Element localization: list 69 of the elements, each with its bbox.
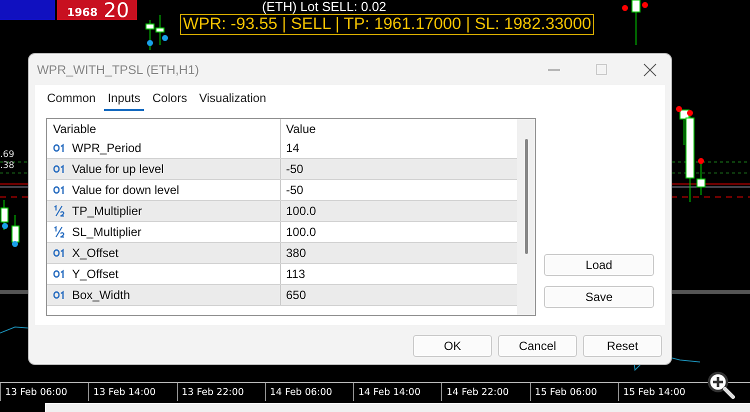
dialog-button[interactable]: Cancel <box>498 335 577 357</box>
dialog-button[interactable]: Reset <box>583 335 662 357</box>
price-digits: 20 <box>104 0 130 20</box>
variable-name: WPR_Period <box>72 141 142 155</box>
integer-type-icon <box>53 290 65 300</box>
signal-dot <box>622 5 628 11</box>
integer-type-icon <box>53 143 65 153</box>
signal-dot <box>12 241 18 247</box>
side-button[interactable]: Load <box>544 254 654 276</box>
signal-dot <box>2 223 8 229</box>
price-axis-label: .69 <box>0 150 14 161</box>
column-header: Variable <box>47 119 281 138</box>
price-axis-label: .38 <box>0 161 14 172</box>
time-axis-label: 13 Feb 14:00 <box>88 383 177 401</box>
value-cell[interactable]: 650 <box>281 288 306 302</box>
candle <box>632 0 640 46</box>
tab[interactable]: Common <box>43 89 100 111</box>
tab[interactable]: Colors <box>148 89 192 111</box>
indicator-panel <box>0 0 55 20</box>
candle <box>12 214 20 246</box>
window-title: WPR_WITH_TPSL (ETH,H1) <box>37 62 200 76</box>
variable-name: Value for down level <box>72 183 180 197</box>
variable-name: Box_Width <box>72 288 130 302</box>
time-axis-label: 14 Feb 22:00 <box>441 383 530 401</box>
fraction-type-icon <box>53 226 65 238</box>
signal-dot <box>676 106 682 112</box>
value-cell[interactable]: 14 <box>281 141 300 155</box>
variable-name: TP_Multiplier <box>72 204 142 218</box>
indicator-line <box>0 326 28 334</box>
lot-label: (ETH) Lot SELL: 0.02 <box>262 0 386 14</box>
close-icon[interactable] <box>643 62 657 76</box>
variable-name: Value for up level <box>72 162 164 176</box>
time-axis-label: 13 Feb 22:00 <box>176 383 265 401</box>
signal-info-box: WPR: -93.55 | SELL | TP: 1961.17000 | SL: 1982.33000 <box>180 14 594 35</box>
value-cell[interactable]: -50 <box>281 162 304 176</box>
time-axis-label: 15 Feb 06:00 <box>530 383 618 401</box>
scrollbar-thumb[interactable] <box>524 139 528 254</box>
column-header: Value <box>285 122 316 136</box>
variable-name: Y_Offset <box>72 267 118 281</box>
side-button[interactable]: Save <box>544 286 654 308</box>
time-axis-label: 14 Feb 14:00 <box>353 383 442 401</box>
integer-type-icon <box>53 185 65 195</box>
signal-dot <box>698 158 704 164</box>
variable-name: SL_Multiplier <box>72 225 142 239</box>
dialog-button[interactable]: OK <box>413 335 492 357</box>
integer-type-icon <box>53 164 65 174</box>
value-cell[interactable]: 100.0 <box>281 225 316 239</box>
signal-dot <box>162 35 168 41</box>
price-label: 1968 <box>67 6 98 20</box>
tab[interactable]: Inputs <box>104 89 144 111</box>
variable-name: X_Offset <box>72 246 118 260</box>
integer-type-icon <box>53 248 65 258</box>
signal-dot <box>147 40 153 46</box>
zoom-in-icon[interactable] <box>706 370 736 400</box>
candle <box>0 200 8 230</box>
value-cell[interactable]: 113 <box>281 267 306 281</box>
integer-type-icon <box>53 269 65 279</box>
value-cell[interactable]: -50 <box>281 183 304 197</box>
tab[interactable]: Visualization <box>195 89 270 111</box>
signal-dot <box>687 110 693 116</box>
candle <box>146 20 154 50</box>
time-axis-label: 13 Feb 06:00 <box>0 383 88 401</box>
candle <box>156 14 164 46</box>
time-axis-label: 14 Feb 06:00 <box>264 383 354 401</box>
value-cell[interactable]: 100.0 <box>281 204 316 218</box>
fraction-type-icon <box>53 205 65 217</box>
value-cell[interactable]: 380 <box>281 246 306 260</box>
time-axis-label: 15 Feb 14:00 <box>618 383 706 401</box>
signal-dot <box>642 2 648 8</box>
